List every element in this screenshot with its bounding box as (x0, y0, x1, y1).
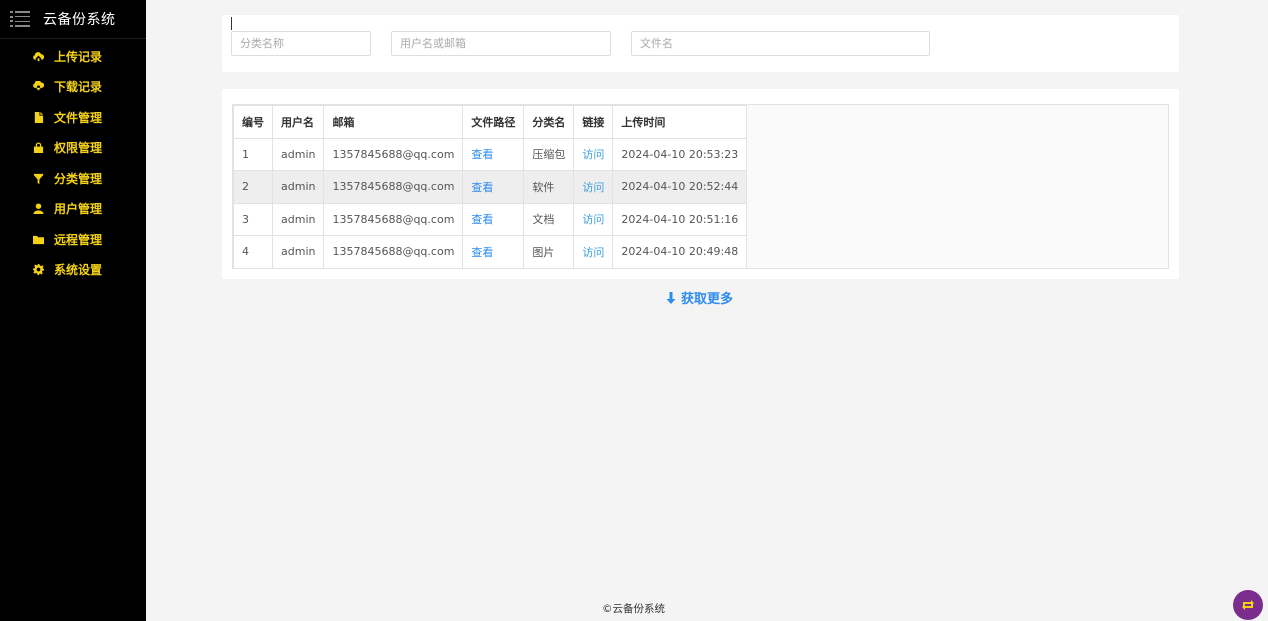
cell-category: 软件 (523, 170, 575, 204)
sidebar-item-label: 系统设置 (54, 263, 103, 278)
cell-id: 2 (233, 170, 273, 204)
sidebar-item-download-records[interactable]: 下载记录 (0, 72, 146, 103)
cell-id: 3 (233, 202, 273, 236)
cell-email: 1357845688@qq.com (323, 202, 464, 236)
column-header-username: 用户名 (271, 105, 325, 139)
cell-username: admin (271, 170, 325, 204)
view-path-link[interactable]: 查看 (462, 137, 525, 171)
cell-email: 1357845688@qq.com (323, 137, 464, 171)
view-path-link[interactable]: 查看 (462, 202, 525, 236)
column-header-upload-time: 上传时间 (612, 105, 748, 139)
column-header-path: 文件路径 (462, 105, 525, 139)
cell-email: 1357845688@qq.com (323, 170, 464, 204)
table-container: 编号 用户名 邮箱 文件路径 分类名 链接 上传时间 1 admin 13578… (232, 104, 1169, 269)
access-link[interactable]: 访问 (573, 170, 614, 204)
footer-copyright: ©云备份系统 (602, 603, 665, 615)
cell-username: admin (271, 137, 325, 171)
cell-upload-time: 2024-04-10 20:49:48 (612, 235, 748, 269)
cell-upload-time: 2024-04-10 20:52:44 (612, 170, 748, 204)
cell-category: 图片 (523, 235, 575, 269)
column-header-id: 编号 (233, 105, 273, 139)
column-header-email: 邮箱 (323, 105, 464, 139)
view-path-link[interactable]: 查看 (462, 170, 525, 204)
sidebar-item-system-settings[interactable]: 系统设置 (0, 255, 146, 286)
access-link[interactable]: 访问 (573, 137, 614, 171)
text-cursor (231, 17, 232, 30)
sidebar-item-label: 权限管理 (54, 141, 103, 156)
floating-action-button[interactable] (1233, 590, 1263, 620)
cloud-download-icon (33, 81, 44, 92)
cell-username: admin (271, 202, 325, 236)
sidebar: 云备份系统 上传记录 下载记录 文件管理 权限管理 分类管理 用户管理 远程管理… (0, 0, 146, 621)
folder-icon (33, 234, 44, 245)
sidebar-item-user-management[interactable]: 用户管理 (0, 194, 146, 225)
sidebar-item-file-management[interactable]: 文件管理 (0, 102, 146, 133)
load-more-label: 获取更多 (681, 292, 734, 307)
view-path-link[interactable]: 查看 (462, 235, 525, 269)
load-more-button[interactable]: 获取更多 (666, 288, 733, 307)
gear-icon (33, 264, 44, 276)
arrow-down-icon (666, 291, 676, 304)
cell-id: 4 (233, 235, 273, 269)
brand-header: 云备份系统 (0, 0, 146, 39)
sidebar-item-category-management[interactable]: 分类管理 (0, 163, 146, 194)
table-row: 1 admin 1357845688@qq.com 查看 压缩包 访问 2024… (233, 137, 748, 171)
cell-category: 文档 (523, 202, 575, 236)
access-link[interactable]: 访问 (573, 202, 614, 236)
filter-icon (33, 173, 44, 184)
sidebar-item-upload-records[interactable]: 上传记录 (0, 41, 146, 72)
table-row: 2 admin 1357845688@qq.com 查看 软件 访问 2024-… (233, 170, 748, 204)
sidebar-item-permission-management[interactable]: 权限管理 (0, 133, 146, 164)
cell-username: admin (271, 235, 325, 269)
user-or-email-input[interactable] (391, 31, 611, 56)
sidebar-nav: 上传记录 下载记录 文件管理 权限管理 分类管理 用户管理 远程管理 系统设置 (0, 39, 146, 285)
access-link[interactable]: 访问 (573, 235, 614, 269)
sidebar-item-label: 上传记录 (54, 49, 103, 64)
app-title: 云备份系统 (43, 12, 116, 28)
column-header-category: 分类名 (523, 105, 575, 139)
cell-id: 1 (233, 137, 273, 171)
cell-upload-time: 2024-04-10 20:53:23 (612, 137, 748, 171)
cloud-upload-icon (33, 51, 44, 62)
cell-upload-time: 2024-04-10 20:51:16 (612, 202, 748, 236)
sidebar-item-label: 下载记录 (54, 80, 103, 95)
lock-icon (33, 142, 44, 154)
user-icon (33, 203, 44, 215)
cell-email: 1357845688@qq.com (323, 235, 464, 269)
column-header-link: 链接 (573, 105, 614, 139)
repeat-icon (1242, 600, 1254, 610)
sidebar-item-label: 分类管理 (54, 171, 103, 186)
file-icon (33, 111, 44, 123)
sidebar-item-label: 用户管理 (54, 202, 103, 217)
records-table: 编号 用户名 邮箱 文件路径 分类名 链接 上传时间 1 admin 13578… (233, 105, 748, 269)
sidebar-item-label: 文件管理 (54, 110, 103, 125)
cell-category: 压缩包 (523, 137, 575, 171)
table-header-row: 编号 用户名 邮箱 文件路径 分类名 链接 上传时间 (233, 105, 748, 139)
menu-icon[interactable] (10, 11, 30, 27)
sidebar-item-label: 远程管理 (54, 232, 103, 247)
sidebar-item-remote-management[interactable]: 远程管理 (0, 224, 146, 255)
table-row: 4 admin 1357845688@qq.com 查看 图片 访问 2024-… (233, 235, 748, 269)
category-name-input[interactable] (231, 31, 371, 56)
records-panel: 编号 用户名 邮箱 文件路径 分类名 链接 上传时间 1 admin 13578… (222, 89, 1179, 279)
file-name-input[interactable] (631, 31, 930, 56)
table-row: 3 admin 1357845688@qq.com 查看 文档 访问 2024-… (233, 202, 748, 236)
search-panel (222, 15, 1179, 72)
